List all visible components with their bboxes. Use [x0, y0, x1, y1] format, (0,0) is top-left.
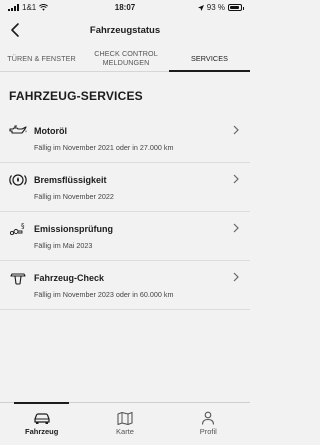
bottom-nav-map[interactable]: Karte	[83, 403, 166, 445]
service-title: Emissionsprüfung	[34, 224, 114, 234]
bottom-nav-vehicle[interactable]: Fahrzeug	[0, 402, 83, 445]
section-title: FAHRZEUG-SERVICES	[9, 89, 143, 103]
bottom-nav-profile[interactable]: Profil	[167, 403, 250, 445]
map-icon	[117, 411, 133, 425]
service-row-emission-test[interactable]: § Emissionsprüfung Fällig im Mai 2023	[0, 212, 250, 261]
svg-text:§: §	[21, 222, 25, 230]
chevron-right-icon	[233, 272, 239, 282]
service-due: Fällig im November 2022	[34, 192, 114, 201]
service-title: Fahrzeug-Check	[34, 273, 105, 283]
brake-fluid-icon	[9, 174, 27, 186]
service-title: Motoröl	[34, 126, 67, 136]
battery-label: 93 %	[206, 3, 225, 12]
nav-bar: Fahrzeugstatus	[0, 19, 250, 43]
service-due: Fällig im November 2021 oder in 27.000 k…	[34, 143, 174, 152]
service-due: Fällig im November 2023 oder in 60.000 k…	[34, 290, 174, 299]
bottom-nav: Fahrzeug Karte Profil	[0, 402, 250, 445]
tab-label: TÜREN & FENSTER	[7, 53, 76, 63]
tab-bar: TÜREN & FENSTER CHECK CONTROL MELDUNGEN …	[0, 45, 250, 72]
tab-doors-windows[interactable]: TÜREN & FENSTER	[0, 45, 83, 71]
chevron-right-icon	[233, 223, 239, 233]
tab-label: SERVICES	[190, 53, 229, 63]
page-title: Fahrzeugstatus	[89, 25, 161, 36]
tab-services[interactable]: SERVICES	[169, 45, 250, 72]
person-icon	[202, 411, 215, 425]
bottom-nav-label: Fahrzeug	[24, 427, 59, 436]
battery-icon	[228, 4, 244, 11]
emission-icon: §	[9, 222, 25, 236]
tab-check-control[interactable]: CHECK CONTROL MELDUNGEN	[83, 45, 169, 71]
status-bar: 1&1 18:07 93 %	[0, 0, 250, 16]
chevron-right-icon	[233, 125, 239, 135]
bottom-nav-label: Profil	[199, 427, 217, 436]
service-row-vehicle-check[interactable]: Fahrzeug-Check Fällig im November 2023 o…	[0, 261, 250, 310]
services-list: Motoröl Fällig im November 2021 oder in …	[0, 114, 250, 310]
service-title: Bremsflüssigkeit	[34, 175, 107, 185]
service-row-brake-fluid[interactable]: Bremsflüssigkeit Fällig im November 2022	[0, 163, 250, 212]
service-row-engine-oil[interactable]: Motoröl Fällig im November 2021 oder in …	[0, 114, 250, 163]
battery-info: 93 %	[197, 3, 244, 12]
location-arrow-icon	[197, 4, 204, 11]
service-due: Fällig im Mai 2023	[34, 241, 93, 250]
oil-can-icon	[9, 125, 27, 134]
vehicle-check-icon	[10, 273, 26, 285]
car-icon	[34, 413, 50, 424]
chevron-right-icon	[233, 174, 239, 184]
tab-label: CHECK CONTROL MELDUNGEN	[94, 49, 158, 67]
bottom-nav-label: Karte	[116, 427, 134, 436]
